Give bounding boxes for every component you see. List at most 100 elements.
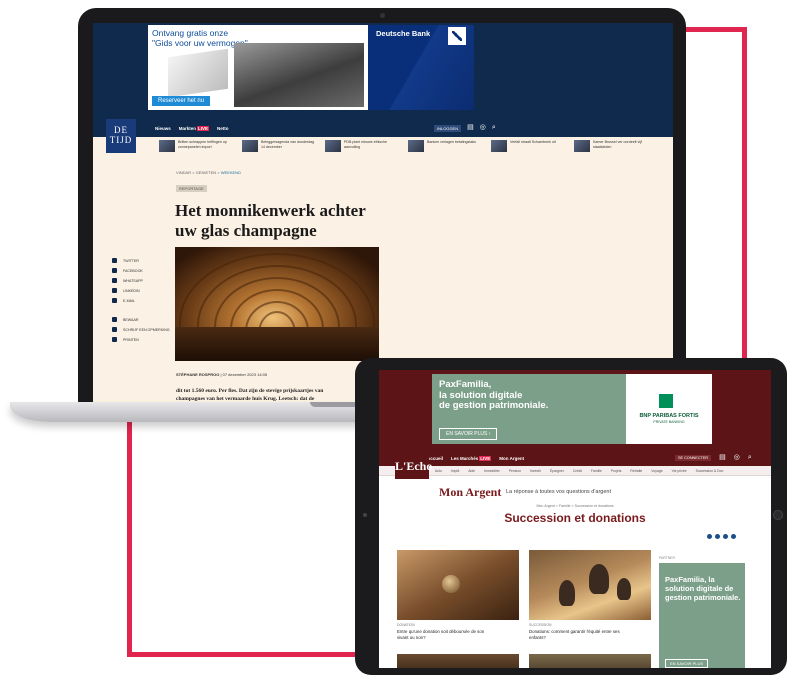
search-icon[interactable]: ⌕ bbox=[492, 124, 496, 132]
facebook-icon bbox=[112, 268, 117, 273]
teaser-thumbnail bbox=[159, 140, 175, 152]
share-label: BEWAAR bbox=[123, 317, 139, 322]
login-button[interactable]: SE CONNECTER bbox=[675, 455, 712, 461]
nav-item-netto[interactable]: Netto bbox=[217, 126, 229, 131]
share-email[interactable]: E-MAIL bbox=[112, 298, 170, 303]
sub-nav-item[interactable]: Actu bbox=[435, 469, 442, 473]
breadcrumb-item[interactable]: GENIETEN bbox=[196, 170, 216, 175]
teaser-thumbnail bbox=[408, 140, 424, 152]
family-photo-person bbox=[617, 578, 631, 600]
banner-ad-cta[interactable]: EN SAVOIR PLUS › bbox=[439, 428, 498, 440]
sub-nav-item[interactable]: Projets bbox=[611, 469, 622, 473]
banner-ad-brand-panel: Deutsche Bank bbox=[368, 25, 474, 110]
email-icon[interactable] bbox=[731, 534, 736, 539]
sub-nav-item[interactable]: Voyage bbox=[651, 469, 662, 473]
breadcrumb-item[interactable]: VINDAR bbox=[176, 170, 191, 175]
byline-author[interactable]: STÉPHANE ROSPROO bbox=[176, 372, 219, 377]
bookmark-icon bbox=[112, 317, 117, 322]
sub-nav-item[interactable]: Famille bbox=[591, 469, 602, 473]
banner-ad-cta[interactable]: Reserveer het nu bbox=[152, 96, 211, 106]
article-card-image[interactable] bbox=[529, 654, 651, 668]
family-photo-person bbox=[589, 564, 609, 594]
share-linkedin[interactable]: LINKEDIN bbox=[112, 288, 170, 293]
teaser-item[interactable]: PDB plant nieuwe ethische aanvulling bbox=[325, 140, 398, 152]
sub-nav-item[interactable]: Investir bbox=[530, 469, 541, 473]
help-icon[interactable]: ◎ bbox=[734, 454, 740, 462]
site-logo[interactable]: L'Echo bbox=[395, 454, 432, 479]
teaser-item[interactable]: Verfall straalt Schaerbeek uit bbox=[491, 140, 564, 152]
nav-item-nieuws[interactable]: Nieuws bbox=[155, 126, 171, 131]
side-ad-cta[interactable]: EN SAVOIR PLUS bbox=[665, 659, 709, 668]
banner-ad[interactable]: Ontvang gratis onze "Gids voor uw vermog… bbox=[148, 25, 474, 110]
teaser-text: PDB plant nieuwe ethische aanvulling bbox=[344, 140, 387, 149]
help-icon[interactable]: ◎ bbox=[480, 124, 486, 132]
article-card-image[interactable] bbox=[397, 550, 519, 620]
sub-nav-item[interactable]: Retraite bbox=[630, 469, 642, 473]
breadcrumb: VINDAR > GENIETEN > WEEKEND bbox=[176, 170, 241, 175]
teaser-thumbnail bbox=[325, 140, 341, 152]
teaser-item[interactable]: Beleggersagenda van donderdag 14 decembe… bbox=[242, 140, 315, 152]
sub-nav-item[interactable]: Impôt bbox=[451, 469, 459, 473]
partner-label: PARTNER bbox=[659, 556, 675, 560]
sub-nav-item[interactable]: Épargner bbox=[550, 469, 564, 473]
article-headline: Het monnikenwerk achter uw glas champagn… bbox=[175, 201, 395, 241]
card-title[interactable]: Donations: comment garantir l'équité ent… bbox=[529, 629, 651, 641]
article-card-image[interactable] bbox=[529, 550, 651, 620]
nav-item-markten[interactable]: Markten LIVE bbox=[178, 126, 210, 131]
sub-nav-item[interactable]: Succession & Don bbox=[696, 469, 724, 473]
twitter-icon[interactable] bbox=[723, 534, 728, 539]
bookmark-action[interactable]: BEWAAR bbox=[112, 317, 170, 322]
tablet-camera bbox=[363, 513, 367, 517]
search-icon[interactable]: ⌕ bbox=[748, 454, 752, 462]
login-button[interactable]: INLOGGEN bbox=[434, 124, 462, 132]
sub-nav-item[interactable]: Vie privée bbox=[672, 469, 687, 473]
laptop-screen: Ontvang gratis onze "Gids voor uw vermog… bbox=[93, 23, 673, 403]
sub-nav-item[interactable]: Aide bbox=[468, 469, 475, 473]
sub-nav-item[interactable]: Immobilier bbox=[484, 469, 500, 473]
linkedin-icon[interactable] bbox=[715, 534, 720, 539]
teaser-item[interactable]: Kamer Brussel ver oordeelt vijf staatsle… bbox=[574, 140, 647, 152]
banner-ad-headline-line: de gestion patrimoniale. bbox=[439, 400, 549, 411]
print-action[interactable]: PRINTEN bbox=[112, 337, 170, 342]
share-whatsapp[interactable]: WHATSAPP bbox=[112, 278, 170, 283]
sub-nav-items: Actu Impôt Aide Immobilier Pension Inves… bbox=[435, 469, 723, 473]
lead-line: dit tot 1.560 euro. Per fles. Dat zijn d… bbox=[176, 388, 324, 394]
side-ad[interactable]: PaxFamilia, la solution digitale de gest… bbox=[659, 563, 745, 668]
breadcrumb[interactable]: Mon Argent > Famille > Succession et don… bbox=[379, 504, 771, 508]
banner-ad[interactable]: PaxFamilia, la solution digitale de gest… bbox=[432, 374, 712, 444]
breadcrumb-item-current[interactable]: WEEKEND bbox=[221, 170, 241, 175]
byline-time: 14:05 bbox=[257, 372, 268, 377]
site-logo-line: TIJD bbox=[109, 135, 133, 145]
laptop: Ontvang gratis onze "Gids voor uw vermog… bbox=[78, 8, 686, 406]
card-category: SUCCESSION bbox=[529, 623, 552, 627]
site-logo[interactable]: DE TIJD bbox=[106, 119, 136, 153]
newspaper-icon[interactable]: ▤ bbox=[719, 454, 726, 462]
sub-nav-item[interactable]: Crédit bbox=[573, 469, 582, 473]
teaser-thumbnail bbox=[491, 140, 507, 152]
comment-icon bbox=[112, 327, 117, 332]
teaser-bar: Britten schrappen heffingen op zonnepane… bbox=[159, 140, 647, 152]
comment-action[interactable]: SCHRIJF EEN OPMERKING bbox=[112, 327, 170, 332]
share-facebook[interactable]: FACEBOOK bbox=[112, 268, 170, 273]
laptop-camera bbox=[380, 13, 385, 18]
teaser-item[interactable]: Banken verlagen betalingstaks bbox=[408, 140, 481, 152]
newspaper-icon[interactable]: ▤ bbox=[467, 124, 474, 132]
teaser-item[interactable]: Britten schrappen heffingen op zonnepane… bbox=[159, 140, 232, 152]
stage: Ontvang gratis onze "Gids voor uw vermog… bbox=[0, 0, 787, 675]
nav-actions: INLOGGEN ▤ ◎ ⌕ bbox=[434, 124, 496, 132]
nav-item-label: Markten bbox=[178, 126, 197, 131]
section-tagline: La réponse à toutes vos questions d'arge… bbox=[506, 489, 612, 495]
teaser-text: Kamer Brussel ver oordeelt vijf staatsle… bbox=[593, 140, 642, 149]
sub-nav-item[interactable]: Pension bbox=[509, 469, 521, 473]
share-label: TWITTER bbox=[123, 258, 139, 263]
card-title-line: vivant ou non? bbox=[397, 635, 426, 640]
nav-item-mon-argent[interactable]: Mon Argent bbox=[499, 456, 524, 461]
facebook-icon[interactable] bbox=[707, 534, 712, 539]
page-title: Succession et donations bbox=[504, 511, 646, 525]
byline-date: 07 december 2023 bbox=[222, 372, 256, 377]
banner-ad-brand: Deutsche Bank bbox=[376, 29, 431, 38]
nav-item-marches[interactable]: Les Marchés LIVE bbox=[451, 456, 492, 461]
card-title[interactable]: Entre qu'une donation soit déboursée de … bbox=[397, 629, 519, 641]
share-twitter[interactable]: TWITTER bbox=[112, 258, 170, 263]
article-card-image[interactable] bbox=[397, 654, 519, 668]
